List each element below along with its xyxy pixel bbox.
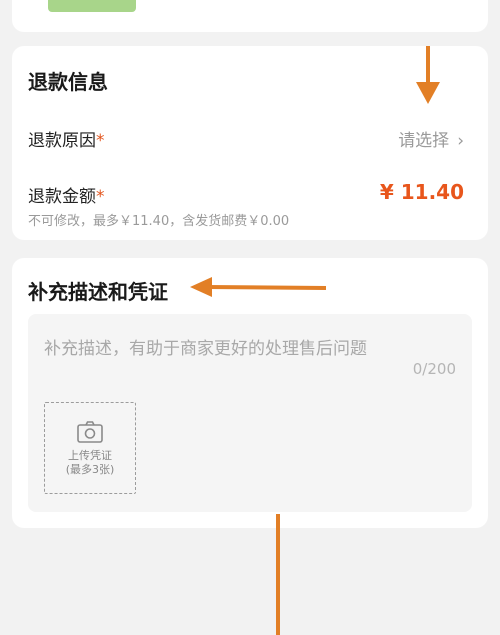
upload-label: 上传凭证 (最多3张) (65, 449, 115, 476)
product-card (12, 0, 488, 32)
annotation-arrow-left-icon (190, 277, 327, 297)
refund-reason-label: 退款原因* (28, 131, 105, 151)
annotation-line-icon (276, 514, 280, 635)
refund-amount-label: 退款金额* (28, 187, 105, 207)
refund-amount-value: ¥ 11.40 (379, 180, 464, 204)
camera-icon (77, 421, 103, 443)
refund-amount-note: 不可修改，最多￥11.40，含发货邮费￥0.00 (28, 214, 290, 229)
required-mark: * (96, 187, 105, 207)
product-thumbnail (48, 0, 136, 12)
annotation-arrow-down-icon (416, 46, 440, 104)
refund-reason-select[interactable]: 请选择 › (398, 126, 464, 151)
upload-evidence-button[interactable]: 上传凭证 (最多3张) (44, 402, 136, 494)
chevron-right-icon: › (457, 131, 464, 151)
character-counter: 0/200 (412, 360, 456, 378)
description-textarea[interactable]: 补充描述，有助于商家更好的处理售后问题 0/200 上传凭证 (最多3张) (28, 314, 472, 512)
description-title: 补充描述和凭证 (28, 280, 168, 304)
required-mark: * (96, 131, 105, 151)
description-placeholder: 补充描述，有助于商家更好的处理售后问题 (44, 339, 367, 359)
refund-info-title: 退款信息 (28, 70, 108, 94)
